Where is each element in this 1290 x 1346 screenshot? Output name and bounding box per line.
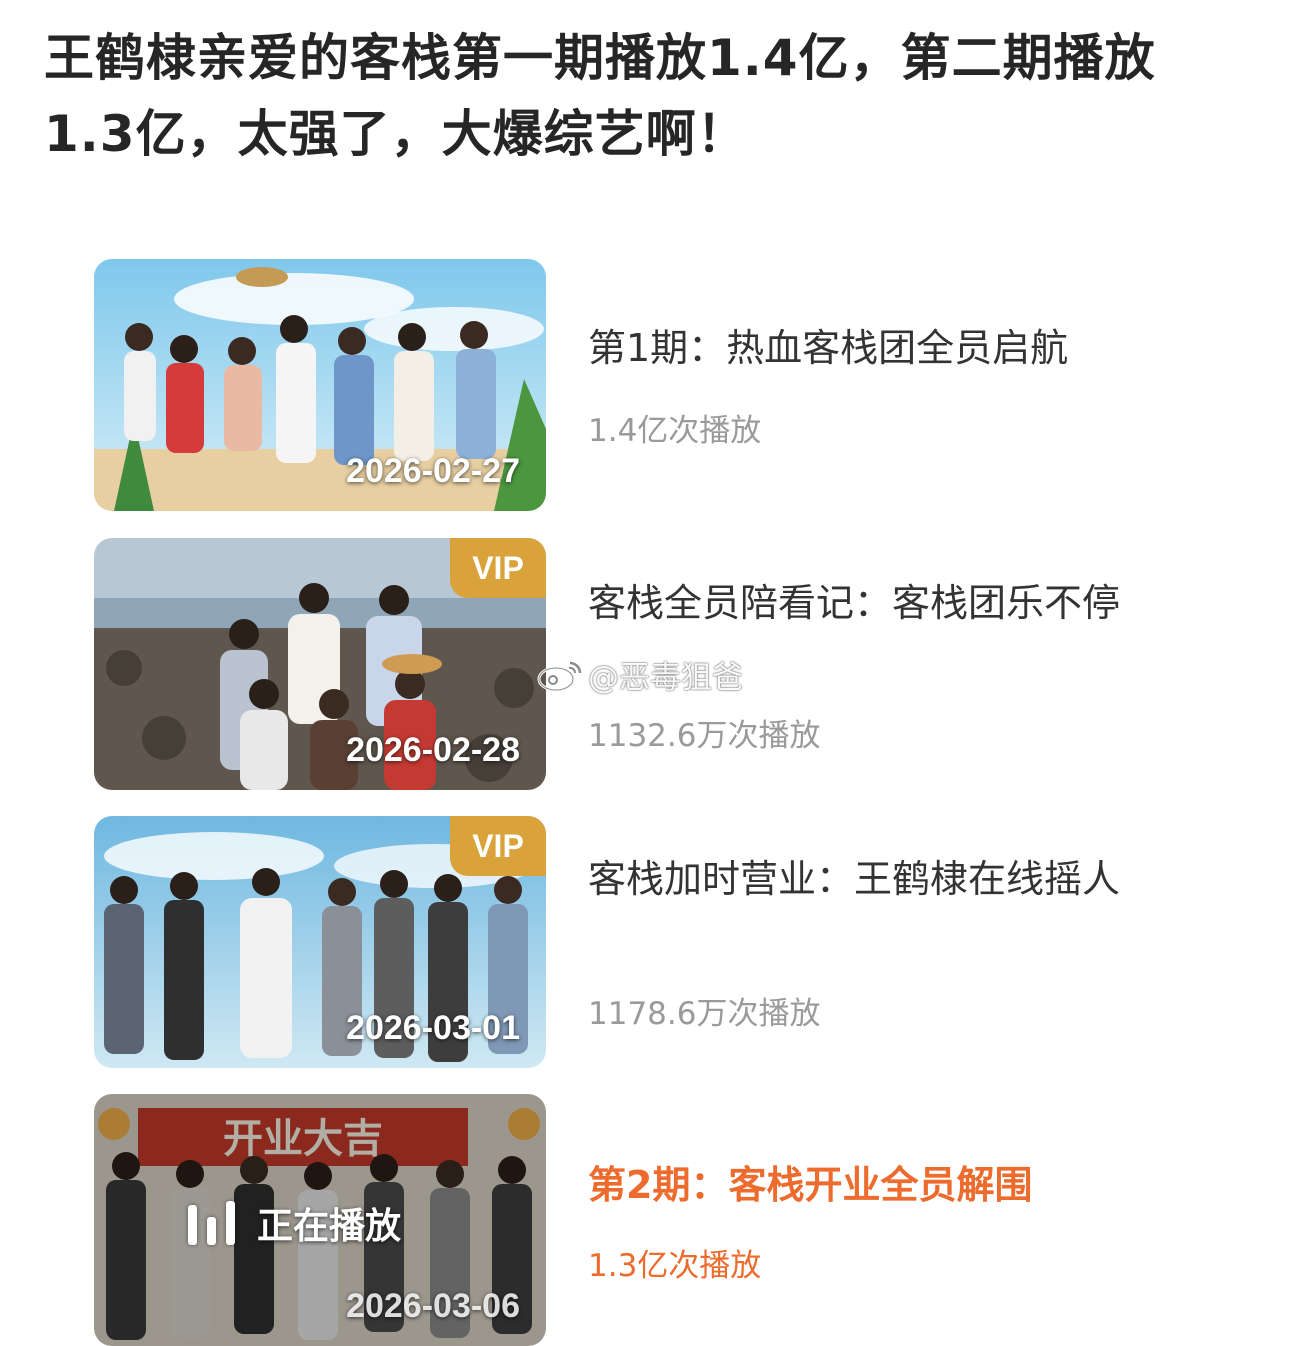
episode-item-active[interactable]: 开业大吉 正在播放 2026-03-06 第2期：客栈开业全员解围 1.3亿次播… (94, 1094, 1244, 1346)
episode-play-count: 1178.6万次播放 (588, 996, 821, 1032)
now-playing-indicator: 正在播放 (188, 1198, 401, 1248)
episode-date: 2026-03-06 (346, 1287, 520, 1325)
episode-title[interactable]: 客栈加时营业：王鹤棣在线摇人 (588, 852, 1218, 906)
episode-thumbnail[interactable]: 开业大吉 正在播放 2026-03-06 (94, 1094, 546, 1346)
episode-title[interactable]: 第1期：热血客栈团全员启航 (588, 321, 1218, 375)
episode-title[interactable]: 第2期：客栈开业全员解围 (588, 1158, 1218, 1212)
episode-play-count: 1.4亿次播放 (588, 413, 762, 449)
episode-date: 2026-02-27 (346, 452, 520, 490)
watermark-text: @恶毒狙爸 (588, 660, 743, 696)
episode-title[interactable]: 客栈全员陪看记：客栈团乐不停 (588, 576, 1218, 630)
vip-badge: VIP (450, 816, 546, 876)
post-title: 王鹤棣亲爱的客栈第一期播放1.4亿，第二期播放1.3亿，太强了，大爆综艺啊！ (44, 29, 1156, 163)
episode-item[interactable]: VIP 2026-03-01 客栈加时营业：王鹤棣在线摇人 1178.6万次播放 (94, 816, 1244, 1068)
watermark: @恶毒狙爸 (536, 652, 743, 697)
now-playing-label: 正在播放 (257, 1206, 402, 1247)
episode-play-count: 1.3亿次播放 (588, 1248, 762, 1284)
episode-play-count: 1132.6万次播放 (588, 718, 821, 754)
episode-thumbnail[interactable]: VIP 2026-03-01 (94, 816, 546, 1068)
vip-badge: VIP (450, 538, 546, 598)
episode-item[interactable]: 2026-02-27 第1期：热血客栈团全员启航 1.4亿次播放 (94, 259, 1244, 511)
weibo-logo-icon (537, 661, 582, 691)
episode-thumbnail[interactable]: 2026-02-27 (94, 259, 546, 511)
episode-date: 2026-02-28 (346, 731, 520, 769)
equalizer-icon (188, 1201, 235, 1245)
episode-date: 2026-03-01 (346, 1009, 520, 1047)
episode-thumbnail[interactable]: VIP 2026-02-28 (94, 538, 546, 790)
